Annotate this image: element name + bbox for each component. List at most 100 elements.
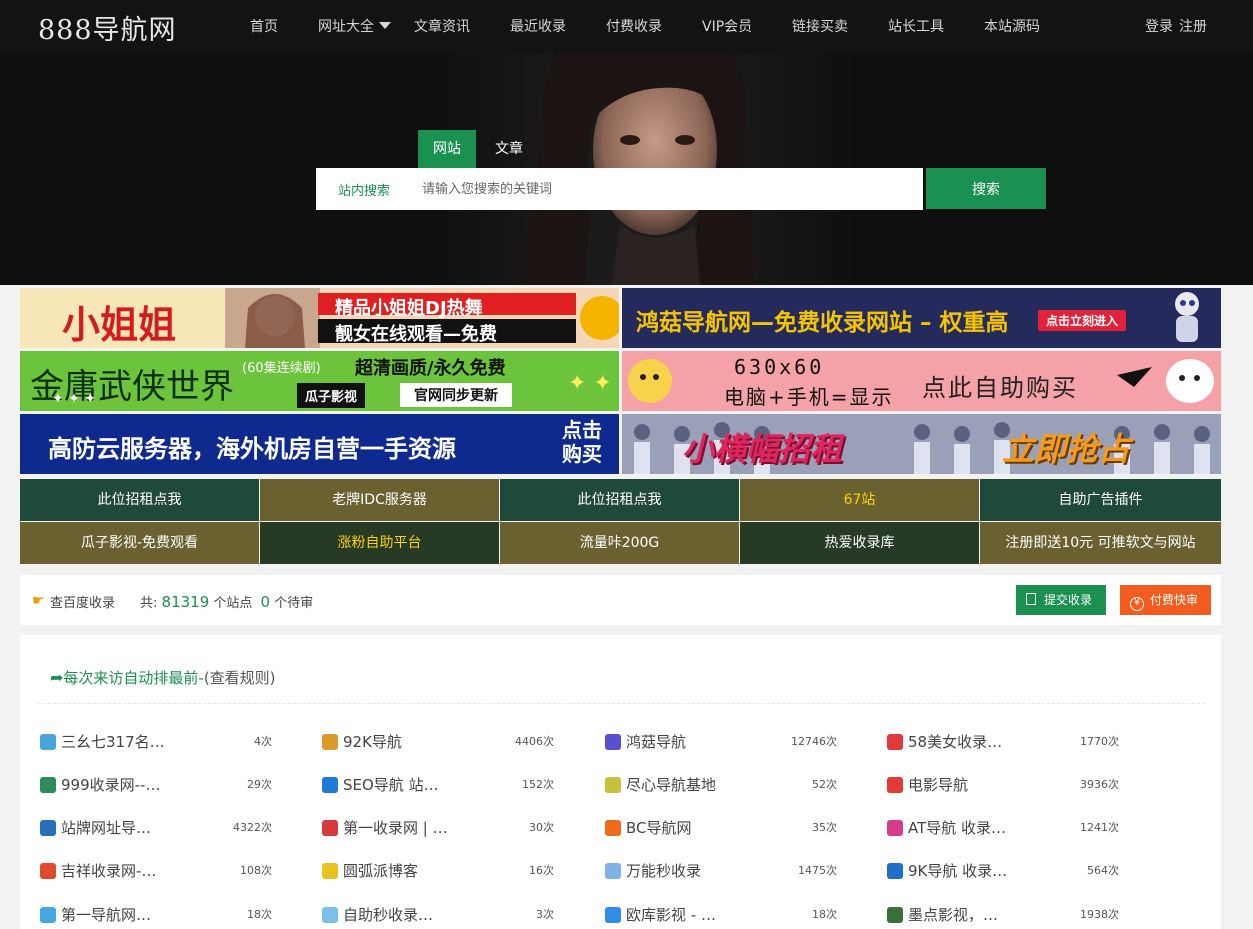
submit-site-button[interactable]: 提交收录 [1016,585,1106,615]
list-item[interactable]: 电影导航 3936次 [887,768,1157,802]
site-name: 万能秒收录 [626,862,702,880]
list-item[interactable]: 欧库影视 - … 18次 [605,898,875,929]
banner-rent-title: 小横幅招租 [682,430,843,468]
list-item[interactable]: 58美女收录… 1770次 [887,725,1157,759]
site-name: 9K导航 收录… [908,862,1008,880]
robot-icon [1175,292,1199,342]
paid-review-label: 付费快审 [1150,593,1199,607]
text-ad-item[interactable]: 此位招租点我 [20,479,259,521]
list-item[interactable]: 9K导航 收录… 564次 [887,854,1157,888]
tab-article[interactable]: 文章 [480,130,538,168]
site-name: 999收录网--… [61,776,161,794]
document-icon [1026,593,1036,605]
paid-review-button[interactable]: ¥ 付费快审 [1120,585,1211,615]
banner-dj-title: 小姐姐 [62,302,177,347]
text-ad-item[interactable]: 老牌IDC服务器 [260,479,499,521]
visit-count: 18次 [247,908,272,921]
banner-honggu-cta: 点击立刻进入 [1038,310,1127,331]
pointing-hand-icon: ☛ [32,593,45,609]
tab-website[interactable]: 网站 [418,130,476,168]
list-item[interactable]: 尽心导航基地 52次 [605,768,875,802]
site-name: 92K导航 [343,733,402,751]
nav-vip[interactable]: VIP会员 [702,16,752,36]
list-item[interactable]: 墨点影视，… 1938次 [887,898,1157,929]
banner-ad-dj[interactable]: 小姐姐 精品小姐姐DJ热舞 靓女在线观看—免费 [20,288,619,348]
nav-paid[interactable]: 付费收录 [606,16,662,36]
text-ad-item[interactable]: 自助广告插件 [980,479,1221,521]
view-rules-link[interactable]: (查看规则) [204,669,276,687]
list-item[interactable]: 吉祥收录网-… 108次 [40,854,310,888]
search-button[interactable]: 搜索 [926,168,1046,209]
banner-jinyong-sub2: 官网同步更新 [400,383,512,407]
list-item[interactable]: 第一导航网… 18次 [40,898,310,929]
baidu-index-link[interactable]: 查百度收录 [50,592,115,611]
text-ad-item[interactable]: 瓜子影视-免费观看 [20,522,259,564]
visit-count: 4322次 [233,821,272,834]
list-item[interactable]: 鸿菇导航 12746次 [605,725,875,759]
list-item[interactable]: 站牌网址导… 4322次 [40,811,310,845]
total-sites: 共: 81319 个站点 0 个待审 [140,592,313,611]
list-item[interactable]: 自助秒收录… 3次 [322,898,592,929]
list-item[interactable]: 999收录网--… 29次 [40,768,310,802]
total-count: 81319 [161,593,210,611]
list-item[interactable]: BC导航网 35次 [605,811,875,845]
recent-visitors-panel: ➦每次来访自动排最前-(查看规则) 三幺七317名… 4次 92K导航 4406次 鸿菇… [20,635,1221,929]
text-ad-item[interactable]: 流量咔200G [500,522,739,564]
visit-count: 29次 [247,778,272,791]
visit-count: 3936次 [1080,778,1119,791]
visit-count: 564次 [1087,864,1119,877]
star-burst-icon [605,734,621,750]
banner-ad-630x60[interactable]: 630x60 电脑+手机=显示 点此自助购买 [622,351,1221,411]
site-name: 欧库影视 - … [626,906,716,924]
text-ad-item[interactable]: 67站 [740,479,979,521]
sparkle-small-icon: ✦ ✦ ✦ [52,391,97,407]
banner-ad-rent[interactable]: 小横幅招租 立即抢占 [622,414,1221,474]
list-item[interactable]: 圆弧派博客 16次 [322,854,592,888]
visit-count: 18次 [812,908,837,921]
nav-home[interactable]: 首页 [250,16,278,36]
text-ad-item[interactable]: 涨粉自助平台 [260,522,499,564]
banner-ad-server[interactable]: 高防云服务器，海外机房自营一手资源 点击购买 [20,414,619,474]
banner-server-cta: 点击购买 [562,418,602,466]
nav-directory[interactable]: 网址大全 [318,16,391,36]
banner-ads: 小姐姐 精品小姐姐DJ热舞 靓女在线观看—免费 鸿菇导航网—免费收录网站 – 权… [20,288,1221,476]
nine-k-icon [887,863,903,879]
search-icon [40,734,56,750]
nav-tools[interactable]: 站长工具 [888,16,944,36]
list-item[interactable]: 三幺七317名… 4次 [40,725,310,759]
search-box: 站内搜索 [316,168,923,210]
banner-ad-honggu[interactable]: 鸿菇导航网—免费收录网站 – 权重高 点击立刻进入 [622,288,1221,348]
banner-dj-sub2: 靓女在线观看—免费 [335,324,497,345]
text-ad-item[interactable]: 此位招租点我 [500,479,739,521]
nav-source[interactable]: 本站源码 [984,16,1040,36]
register-link[interactable]: 注册 [1179,19,1207,35]
text-ad-item[interactable]: 注册即送10元 可推软文与网站 [980,522,1221,564]
nav-recent[interactable]: 最近收录 [510,16,566,36]
login-link[interactable]: 登录 [1145,19,1173,35]
cube-icon [40,820,56,836]
star-icon [887,734,903,750]
banner-ad-jinyong[interactable]: 金庸武侠世界 (60集连续剧) 超清画质/永久免费 瓜子影视 官网同步更新 ✦ … [20,351,619,411]
nav-articles[interactable]: 文章资讯 [414,16,470,36]
sparkle-icon: ✦ ✦ [568,371,612,396]
search-scope-label[interactable]: 站内搜索 [338,180,390,199]
visit-count: 152次 [522,778,554,791]
shou-icon [887,820,903,836]
list-item[interactable]: 万能秒收录 1475次 [605,854,875,888]
text-ad-item[interactable]: 热爱收录库 [740,522,979,564]
nav-links[interactable]: 链接买卖 [792,16,848,36]
main-nav: 首页 网址大全 文章资讯 最近收录 付费收录 VIP会员 链接买卖 站长工具 本… [0,16,1253,36]
visit-count: 4406次 [515,735,554,748]
banner-630-sub1: 电脑+手机=显示 [724,385,894,409]
search-input[interactable] [412,168,912,210]
visit-count: 1475次 [798,864,837,877]
site-name: 鸿菇导航 [626,733,687,751]
banner-jinyong-tag: (60集连续剧) [242,361,321,376]
list-item[interactable]: 第一收录网 | … 30次 [322,811,592,845]
list-item[interactable]: SEO导航 站… 152次 [322,768,592,802]
panel-title-text: 每次来访自动排最前- [63,669,204,687]
banner-dj-sub1: 精品小姐姐DJ热舞 [335,298,483,319]
list-item[interactable]: AT导航 收录… 1241次 [887,811,1157,845]
list-item[interactable]: 92K导航 4406次 [322,725,592,759]
m-icon [322,907,338,923]
